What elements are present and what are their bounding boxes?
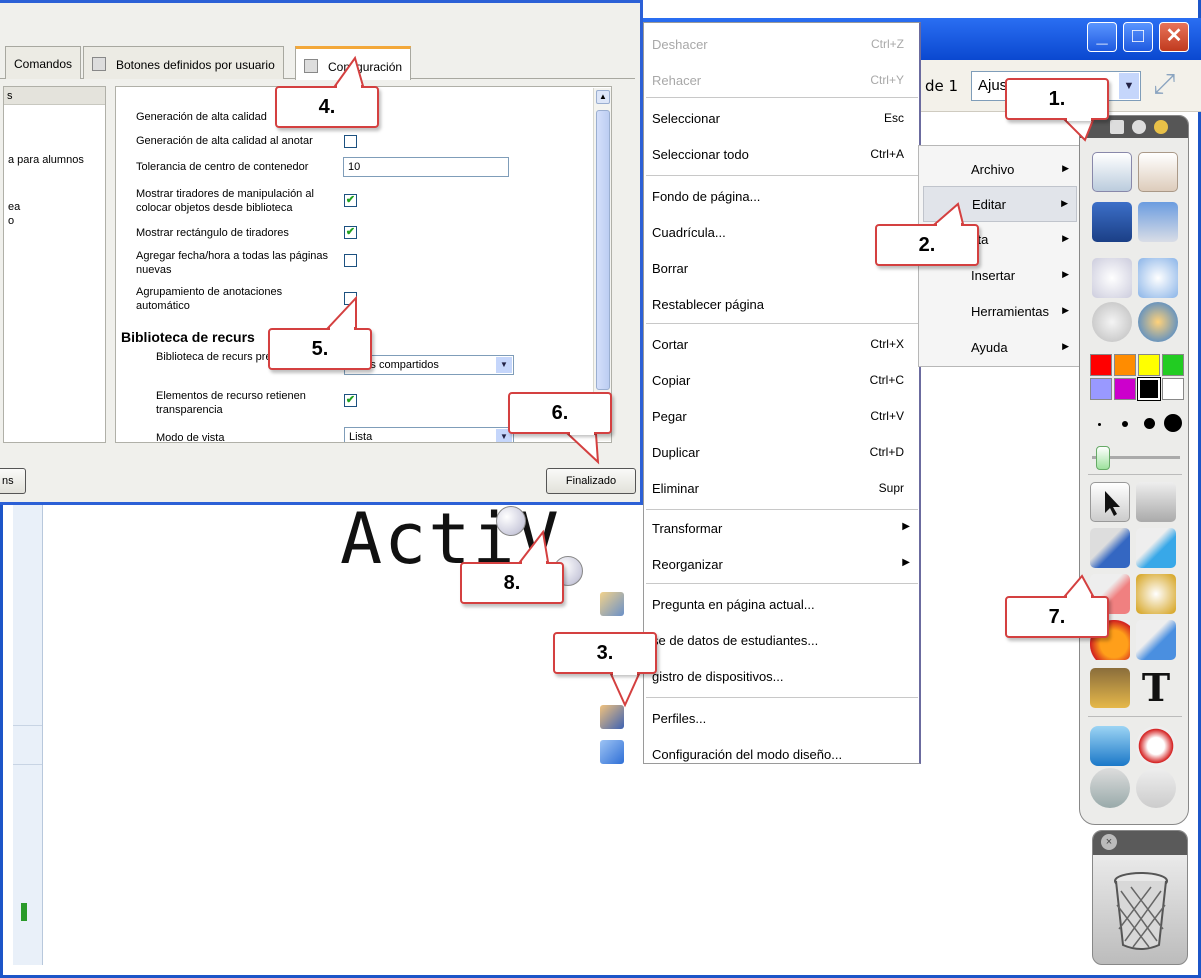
callout-joint — [1067, 117, 1091, 121]
callout-box: 6. — [508, 392, 612, 434]
callout-pointer — [1062, 574, 1095, 597]
callout-joint — [330, 327, 354, 331]
screenshot-stage: _ □ ✕ de 1 Ajus ▼ ⤢ ActiV Comandos Boton… — [0, 0, 1201, 978]
callout-box: 5. — [268, 328, 372, 370]
callout-joint — [570, 431, 594, 435]
callout-pointer — [333, 55, 365, 87]
callout-joint — [1067, 595, 1091, 599]
callout-box: 2. — [875, 224, 979, 266]
callout-joint — [613, 671, 637, 675]
callout-box: 4. — [275, 86, 379, 128]
callout-box: 1. — [1005, 78, 1109, 120]
callout-pointer — [609, 673, 641, 708]
callout-joint — [337, 85, 361, 89]
callout-box: 7. — [1005, 596, 1109, 638]
callout-pointer — [325, 295, 357, 329]
callout-pointer — [517, 529, 550, 563]
callout-pointer — [932, 202, 965, 225]
callout-box: 8. — [460, 562, 564, 604]
callout-box: 3. — [553, 632, 657, 674]
callout-joint — [522, 561, 546, 565]
callout-shapes — [325, 55, 1095, 708]
callout-pointer — [1062, 119, 1095, 142]
callout-pointer — [565, 433, 600, 465]
callout-joint — [937, 223, 961, 227]
